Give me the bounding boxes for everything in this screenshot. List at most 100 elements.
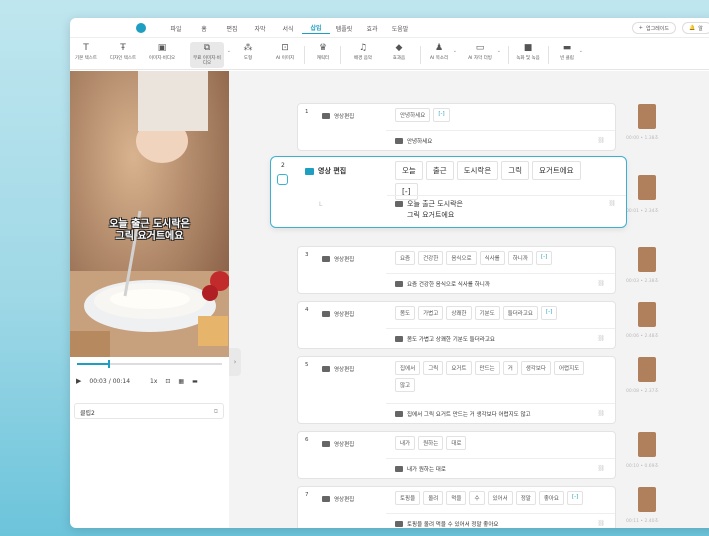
chevron-down-icon[interactable]: ⌄ xyxy=(579,48,583,54)
word-chip[interactable]: 건강한 xyxy=(418,251,444,265)
link-icon[interactable]: ⛓ xyxy=(597,465,605,472)
word-chip[interactable]: 올려 xyxy=(423,491,444,505)
script-row-5[interactable]: 5 영상편집 집에서 그릭 요거트 만드는 거 생각보다 어렵지도 않고 집에서… xyxy=(297,356,616,424)
word-chip[interactable]: [-] xyxy=(567,491,584,505)
word-chip[interactable]: 상쾌한 xyxy=(446,306,472,320)
link-icon[interactable]: ⛓ xyxy=(608,200,616,207)
word-chip[interactable]: 요즘 xyxy=(395,251,416,265)
word-chip[interactable]: 내가 xyxy=(395,436,416,450)
word-chip[interactable]: 대로 xyxy=(446,436,467,450)
script-row-1[interactable]: 1 영상편집 안녕하세요 [-] 안녕하세요 ⛓ xyxy=(297,103,616,151)
link-icon[interactable]: ⛓ xyxy=(597,335,605,342)
word-chip[interactable]: 어렵지도 xyxy=(554,361,585,375)
play-icon[interactable]: ▶ xyxy=(76,377,81,385)
shape-button[interactable]: ⁂ 도형 xyxy=(240,42,256,68)
word-chip[interactable]: 거 xyxy=(502,361,518,375)
ai-voice-button[interactable]: ♟ AI 목소리 ⌄ xyxy=(428,42,457,68)
word-chip[interactable]: 원하는 xyxy=(418,436,444,450)
upgrade-button[interactable]: + 업그레이드 xyxy=(631,22,676,34)
word-chip[interactable]: 생각보다 xyxy=(520,361,551,375)
word-chip[interactable]: 출근 xyxy=(425,161,454,180)
word-chip[interactable]: 요거트 xyxy=(446,361,472,375)
script-row-2-selected[interactable]: 2 영상 편집 오늘 출근 도시락은 그릭 요거트에요 [-] L 오늘 출근 … xyxy=(270,156,627,228)
word-chip[interactable]: 만드는 xyxy=(474,361,500,375)
basic-text-button[interactable]: T 기본 텍스트 xyxy=(75,42,97,68)
word-chip[interactable]: [-] xyxy=(535,251,553,265)
word-chip[interactable]: 그릭 xyxy=(423,361,444,375)
script-row-6[interactable]: 6 영상편집 내가 원하는 대로 내가 원하는 대로 ⛓ xyxy=(297,431,616,479)
ai-dubbing-button[interactable]: ▭ AI 자막 더빙 ⌄ xyxy=(466,42,501,68)
word-chip[interactable]: [-] xyxy=(433,108,450,122)
word-chip[interactable]: 안녕하세요 xyxy=(395,108,431,122)
word-chip[interactable]: 가볍고 xyxy=(418,306,444,320)
menu-help[interactable]: 도움말 xyxy=(386,24,414,33)
link-icon[interactable]: ⛓ xyxy=(597,280,605,287)
subtitle-line[interactable]: 토핑을 올려 먹을 수 있어서 정말 좋아요 xyxy=(395,520,498,528)
clip-thumbnail[interactable] xyxy=(638,175,656,200)
bgm-button[interactable]: ♫ 배경 음악 xyxy=(352,42,374,68)
link-icon[interactable]: ⛓ xyxy=(597,137,605,144)
video-preview[interactable]: 오늘 출근 도시락은 그릭 요거트에요 xyxy=(70,71,229,357)
sound-effect-button[interactable]: ◆ 효과음 xyxy=(390,42,408,68)
subtitle-line[interactable]: 집에서 그릭 요거트 만드는 거 생각보다 어렵지도 않고 xyxy=(395,410,531,418)
word-chip[interactable]: 몸도 xyxy=(395,306,416,320)
script-row-7[interactable]: 7 영상편집 토핑을 올려 먹을 수 있어서 정말 좋아요 [-] 토핑을 올려… xyxy=(297,486,616,528)
clip-thumbnail[interactable] xyxy=(638,302,656,327)
seek-handle[interactable] xyxy=(108,360,111,368)
subtitle-line[interactable]: 몸도 가볍고 상쾌한 기분도 들더라고요 xyxy=(395,335,495,343)
chevron-down-icon[interactable]: ⌄ xyxy=(227,48,231,54)
menu-format[interactable]: 서식 xyxy=(274,24,302,33)
subtitle-toggle-icon[interactable]: ▬ xyxy=(192,378,198,385)
word-chip[interactable]: 정말 xyxy=(515,491,536,505)
row-checkbox[interactable] xyxy=(277,174,288,185)
word-chip[interactable]: 좋아요 xyxy=(538,491,564,505)
clip-item[interactable]: 클립2 ⧉ xyxy=(74,403,224,419)
word-chip[interactable]: 식사를 xyxy=(479,251,505,265)
external-link-icon[interactable]: ⧉ xyxy=(214,408,218,416)
word-chip[interactable]: 먹을 xyxy=(446,491,467,505)
word-chip[interactable]: [-] xyxy=(541,306,558,320)
clip-thumbnail[interactable] xyxy=(638,247,656,272)
clip-thumbnail[interactable] xyxy=(638,432,656,457)
link-icon[interactable]: ⛓ xyxy=(597,520,605,527)
speed-button[interactable]: 1x xyxy=(150,378,157,385)
seek-bar[interactable] xyxy=(77,360,222,368)
word-chip[interactable]: 요거트에요 xyxy=(532,161,581,180)
menu-edit[interactable]: 편집 xyxy=(218,24,246,33)
clip-thumbnail[interactable] xyxy=(638,487,656,512)
character-button[interactable]: ♛ 캐릭터 xyxy=(314,42,332,68)
chevron-down-icon[interactable]: ⌄ xyxy=(453,48,457,54)
script-row-4[interactable]: 4 영상편집 몸도 가볍고 상쾌한 기분도 들더라고요 [-] 몸도 가볍고 상… xyxy=(297,301,616,349)
script-row-3[interactable]: 3 영상편집 요즘 건강한 음식으로 식사를 하니까 [-] 요즘 건강한 음식… xyxy=(297,246,616,294)
word-chip[interactable]: 하니까 xyxy=(507,251,533,265)
menu-effects[interactable]: 효과 xyxy=(358,24,386,33)
clip-thumbnail[interactable] xyxy=(638,357,656,382)
subtitle-line[interactable]: 요즘 건강한 음식으로 식사를 하니까 xyxy=(395,280,490,288)
word-chip[interactable]: 있어서 xyxy=(487,491,513,505)
menu-template[interactable]: 템플릿 xyxy=(330,24,358,33)
focus-icon[interactable]: ⊡ xyxy=(165,378,170,385)
blank-clip-button[interactable]: ▬ 빈 클립 ⌄ xyxy=(558,42,583,68)
word-chip[interactable]: 들더라고요 xyxy=(502,306,538,320)
word-chip[interactable]: 수 xyxy=(469,491,485,505)
free-image-button[interactable]: ⧉ 무료 이미지·비디오 ⌄ xyxy=(190,42,231,68)
menu-insert[interactable]: 삽입 xyxy=(302,23,330,34)
subtitle-line[interactable]: 오늘 출근 도시락은 그릭 요거트에요 xyxy=(395,199,463,221)
clip-thumbnail[interactable] xyxy=(638,104,656,129)
word-chip[interactable]: 도시락은 xyxy=(456,161,499,180)
menu-file[interactable]: 파일 xyxy=(162,24,190,33)
design-text-button[interactable]: Ŧ 디자인 텍스트 xyxy=(110,42,136,68)
menu-home[interactable]: 홈 xyxy=(190,24,218,33)
word-chip[interactable]: 기분도 xyxy=(474,306,500,320)
word-chip[interactable]: 집에서 xyxy=(395,361,421,375)
collapse-panel-button[interactable]: › xyxy=(229,348,241,376)
word-chip[interactable]: 오늘 xyxy=(395,161,423,180)
subtitle-line[interactable]: 내가 원하는 대로 xyxy=(395,465,446,473)
word-chip[interactable]: 음식으로 xyxy=(446,251,477,265)
grid-icon[interactable]: ▦ xyxy=(178,378,184,385)
word-chip[interactable]: 토핑을 xyxy=(395,491,421,505)
chevron-down-icon[interactable]: ⌄ xyxy=(497,48,501,54)
image-video-button[interactable]: ▣ 이미지·비디오 xyxy=(149,42,175,68)
subtitle-line[interactable]: 안녕하세요 xyxy=(395,137,432,145)
ai-image-button[interactable]: ⊡ AI 이미지 xyxy=(274,42,296,68)
